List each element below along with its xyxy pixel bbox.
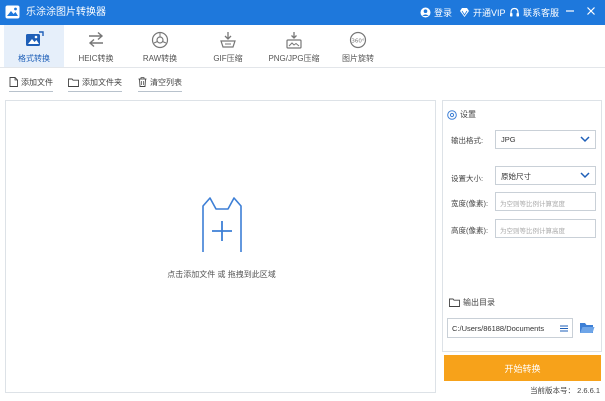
height-placeholder: 为空则等比例计算高度 (500, 228, 565, 235)
rotate-360-icon: 360° (349, 31, 367, 49)
open-folder-icon[interactable] (579, 321, 595, 335)
output-dir-label: 输出目录 (463, 298, 495, 307)
support-label: 联系客服 (523, 8, 560, 18)
tab-label: GIF压缩 (213, 54, 243, 63)
add-file-label: 添加文件 (21, 77, 53, 87)
drop-hint: 点击添加文件 或 拖拽到此区域 (167, 270, 276, 279)
version-info: 当前版本号： 2.6.6.1 (444, 385, 600, 396)
version-label: 当前版本号： (530, 386, 576, 395)
settings-panel: 设置 输出格式: JPG 设置大小: 原始尺寸 宽度(像素): 为空则等比例计算… (442, 100, 602, 352)
size-label: 设置大小: (451, 174, 484, 183)
title-bar: 乐涂涂图片转换器 登录 开通VIP 联系客服 (0, 0, 605, 25)
gif-compress-icon (220, 32, 236, 48)
clear-list-label: 清空列表 (150, 77, 182, 87)
support-button[interactable]: 联系客服 (509, 5, 559, 20)
minimize-icon (566, 10, 574, 12)
tab-raw-convert[interactable]: RAW转换 (130, 25, 190, 67)
height-label: 高度(像素): (451, 226, 489, 235)
output-dir-header: 输出目录 (449, 297, 495, 308)
format-select[interactable]: JPG (495, 130, 596, 149)
chevron-down-icon (580, 136, 590, 143)
clear-list-button[interactable]: 清空列表 (138, 76, 182, 92)
app-title: 乐涂涂图片转换器 (26, 7, 106, 18)
headset-icon (510, 7, 519, 17)
file-toolbar: 添加文件 添加文件夹 清空列表 (0, 68, 605, 96)
start-convert-button[interactable]: 开始转换 (444, 355, 601, 381)
user-icon (420, 7, 431, 18)
width-input[interactable]: 为空则等比例计算宽度 (495, 192, 596, 211)
app-logo-icon (5, 5, 20, 19)
swap-arrows-icon (88, 31, 104, 48)
size-value: 原始尺寸 (501, 172, 531, 181)
add-folder-button[interactable]: 添加文件夹 (68, 76, 122, 92)
tab-label: 格式转换 (18, 54, 50, 63)
login-button[interactable]: 登录 (420, 5, 452, 20)
output-path-value: C:/Users/86188/Documents (452, 324, 545, 333)
vip-icon (460, 8, 469, 17)
vip-label: 开通VIP (473, 8, 506, 18)
raw-camera-icon (151, 31, 169, 49)
tab-label: HEIC转换 (78, 54, 114, 63)
width-placeholder: 为空则等比例计算宽度 (500, 201, 565, 208)
format-label: 输出格式: (451, 136, 484, 145)
image-compress-icon (286, 32, 302, 49)
trash-icon (138, 77, 147, 87)
tab-label: PNG/JPG压缩 (268, 54, 320, 63)
add-file-cat-icon (202, 197, 242, 252)
settings-header: 设置 (447, 109, 476, 120)
width-label: 宽度(像素): (451, 199, 489, 208)
file-icon (9, 77, 18, 87)
tab-gif-compress[interactable]: GIF压缩 (198, 25, 258, 67)
size-select[interactable]: 原始尺寸 (495, 166, 596, 185)
folder-icon (68, 78, 79, 87)
close-button[interactable] (584, 4, 598, 18)
add-folder-label: 添加文件夹 (82, 77, 122, 87)
start-convert-label: 开始转换 (504, 363, 541, 374)
settings-gear-icon (447, 109, 457, 120)
list-menu-icon[interactable] (560, 325, 568, 332)
svg-text:360°: 360° (351, 39, 364, 45)
chevron-down-icon (580, 172, 590, 179)
minimize-button[interactable] (563, 4, 577, 18)
version-number: 2.6.6.1 (577, 386, 600, 395)
folder-icon (449, 298, 460, 307)
tab-label: RAW转换 (142, 54, 178, 63)
login-label: 登录 (434, 8, 453, 18)
tab-png-jpg-compress[interactable]: PNG/JPG压缩 (264, 25, 324, 67)
tab-format-convert[interactable]: 格式转换 (4, 25, 64, 67)
height-input[interactable]: 为空则等比例计算高度 (495, 219, 596, 238)
format-value: JPG (501, 135, 516, 144)
tab-heic-convert[interactable]: HEIC转换 (66, 25, 126, 67)
tab-image-rotate[interactable]: 360° 图片旋转 (328, 25, 388, 67)
close-icon (587, 7, 595, 15)
feature-tab-bar: 格式转换 HEIC转换 RAW转换 GIF压缩 PNG/JPG压缩 360° 图… (0, 25, 605, 68)
tab-label: 图片旋转 (342, 54, 374, 63)
file-drop-area[interactable]: 点击添加文件 或 拖拽到此区域 (5, 100, 436, 393)
output-path-field[interactable]: C:/Users/86188/Documents (447, 318, 573, 338)
add-file-button[interactable]: 添加文件 (9, 76, 53, 92)
image-convert-icon (26, 31, 44, 46)
vip-button[interactable]: 开通VIP (459, 5, 506, 20)
settings-title: 设置 (460, 110, 476, 119)
